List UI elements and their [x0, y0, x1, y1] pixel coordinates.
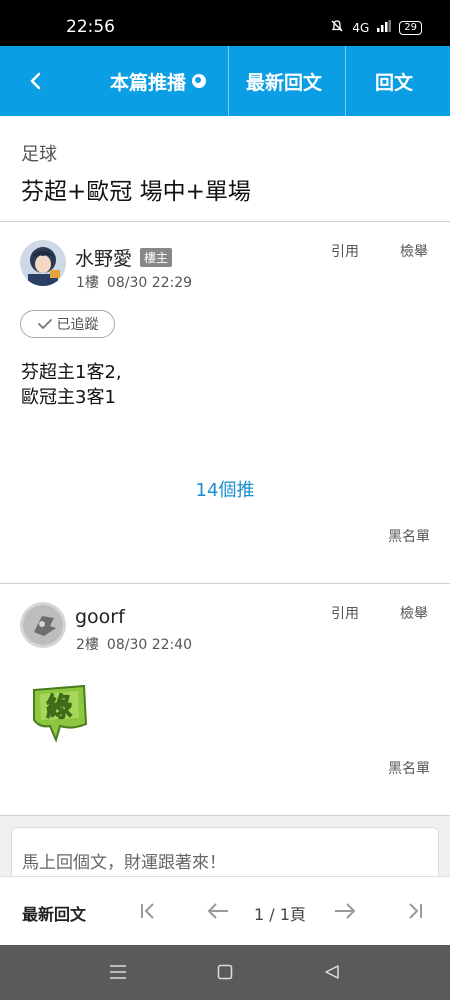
network-label: 4G — [352, 20, 370, 35]
sticker-text: 綠 — [46, 692, 72, 723]
compose-area: 馬上回個文，財運跟著來！ — [0, 816, 450, 887]
status-bar: 22:56 4G 29 — [0, 0, 450, 46]
post-item: goorf 2樓 08/30 22:40 引用 檢舉 綠 黑名單 — [0, 584, 450, 816]
post-username[interactable]: goorf — [75, 606, 125, 628]
mute-icon — [330, 19, 344, 36]
thread-category[interactable]: 足球 — [21, 140, 57, 166]
status-icons: 4G 29 — [330, 19, 422, 36]
square-icon — [217, 964, 233, 980]
thread-header: 足球 芬超+歐冠 場中+單場 — [0, 116, 450, 222]
tab-divider — [228, 46, 229, 116]
post-time: 08/30 22:40 — [106, 637, 193, 653]
status-time: 22:56 — [66, 17, 115, 37]
system-back-button[interactable] — [319, 959, 345, 985]
last-page-icon — [409, 903, 422, 919]
blacklist-button[interactable]: 黑名單 — [388, 526, 430, 546]
tracked-label: 已追蹤 — [56, 317, 99, 333]
tracked-button[interactable]: 已追蹤 — [20, 310, 115, 338]
post-username[interactable]: 水野愛 樓主 — [75, 244, 173, 271]
post-meta: 2樓 08/30 22:40 — [76, 634, 192, 654]
thread-title: 芬超+歐冠 場中+單場 — [21, 179, 251, 205]
tab-reply-label: 回文 — [375, 71, 414, 94]
signal-icon — [377, 20, 392, 35]
triangle-back-icon — [325, 965, 339, 979]
arrow-left-icon — [207, 903, 228, 919]
avatar[interactable] — [20, 602, 66, 648]
quote-button[interactable]: 引用 — [331, 241, 359, 261]
battery-indicator: 29 — [399, 20, 422, 35]
last-page-button[interactable] — [401, 897, 429, 925]
tab-push-notification[interactable]: 本篇推播 — [110, 46, 207, 116]
avatar[interactable] — [20, 240, 66, 286]
post-body-line: 芬超主1客2, — [21, 362, 122, 383]
push-count-link[interactable]: 14個推 — [0, 476, 450, 502]
chevron-left-icon — [30, 72, 41, 90]
prev-page-button[interactable] — [204, 897, 232, 925]
green-sticker-image: 綠 — [26, 680, 92, 746]
reply-placeholder: 馬上回個文，財運跟著來！ — [22, 853, 226, 873]
floor-number: 1樓 — [76, 275, 99, 291]
system-nav-bar — [0, 945, 450, 1000]
top-app-bar: 本篇推播 最新回文 回文 — [0, 46, 450, 116]
latest-reply-button[interactable]: 最新回文 — [22, 901, 86, 925]
toggle-dot-icon — [192, 74, 207, 88]
arrow-right-icon — [335, 903, 356, 919]
username-text: goorf — [75, 606, 125, 628]
first-page-button[interactable] — [134, 897, 162, 925]
next-page-button[interactable] — [331, 897, 359, 925]
check-icon — [37, 319, 52, 329]
tab-latest-label: 最新回文 — [246, 71, 323, 94]
home-button[interactable] — [212, 959, 238, 985]
username-text: 水野愛 — [75, 248, 133, 270]
op-badge: 樓主 — [140, 248, 173, 267]
recent-apps-button[interactable] — [105, 959, 131, 985]
page-indicator: 1 / 1頁 — [254, 905, 306, 924]
floor-number: 2樓 — [76, 637, 99, 653]
report-button[interactable]: 檢舉 — [400, 241, 428, 261]
post-body-line: 歐冠主3客1 — [21, 387, 116, 408]
post-time: 08/30 22:29 — [106, 275, 193, 291]
post-body: 芬超主1客2, 歐冠主3客1 — [21, 360, 122, 410]
post-meta: 1樓 08/30 22:29 — [76, 272, 192, 292]
menu-icon — [110, 965, 126, 979]
back-button[interactable] — [18, 63, 54, 99]
tab-latest-reply[interactable]: 最新回文 — [246, 46, 322, 116]
tab-reply[interactable]: 回文 — [375, 46, 413, 116]
report-button[interactable]: 檢舉 — [400, 603, 428, 623]
first-page-icon — [141, 903, 154, 919]
tab-divider — [345, 46, 346, 116]
tab-push-label: 本篇推播 — [110, 71, 187, 94]
post-item: 水野愛 樓主 1樓 08/30 22:29 引用 檢舉 已追蹤 芬超主1客2, 歐… — [0, 222, 450, 584]
blacklist-button[interactable]: 黑名單 — [388, 758, 430, 778]
pagination-bar: 最新回文 1 / 1頁 — [0, 876, 450, 945]
quote-button[interactable]: 引用 — [331, 603, 359, 623]
